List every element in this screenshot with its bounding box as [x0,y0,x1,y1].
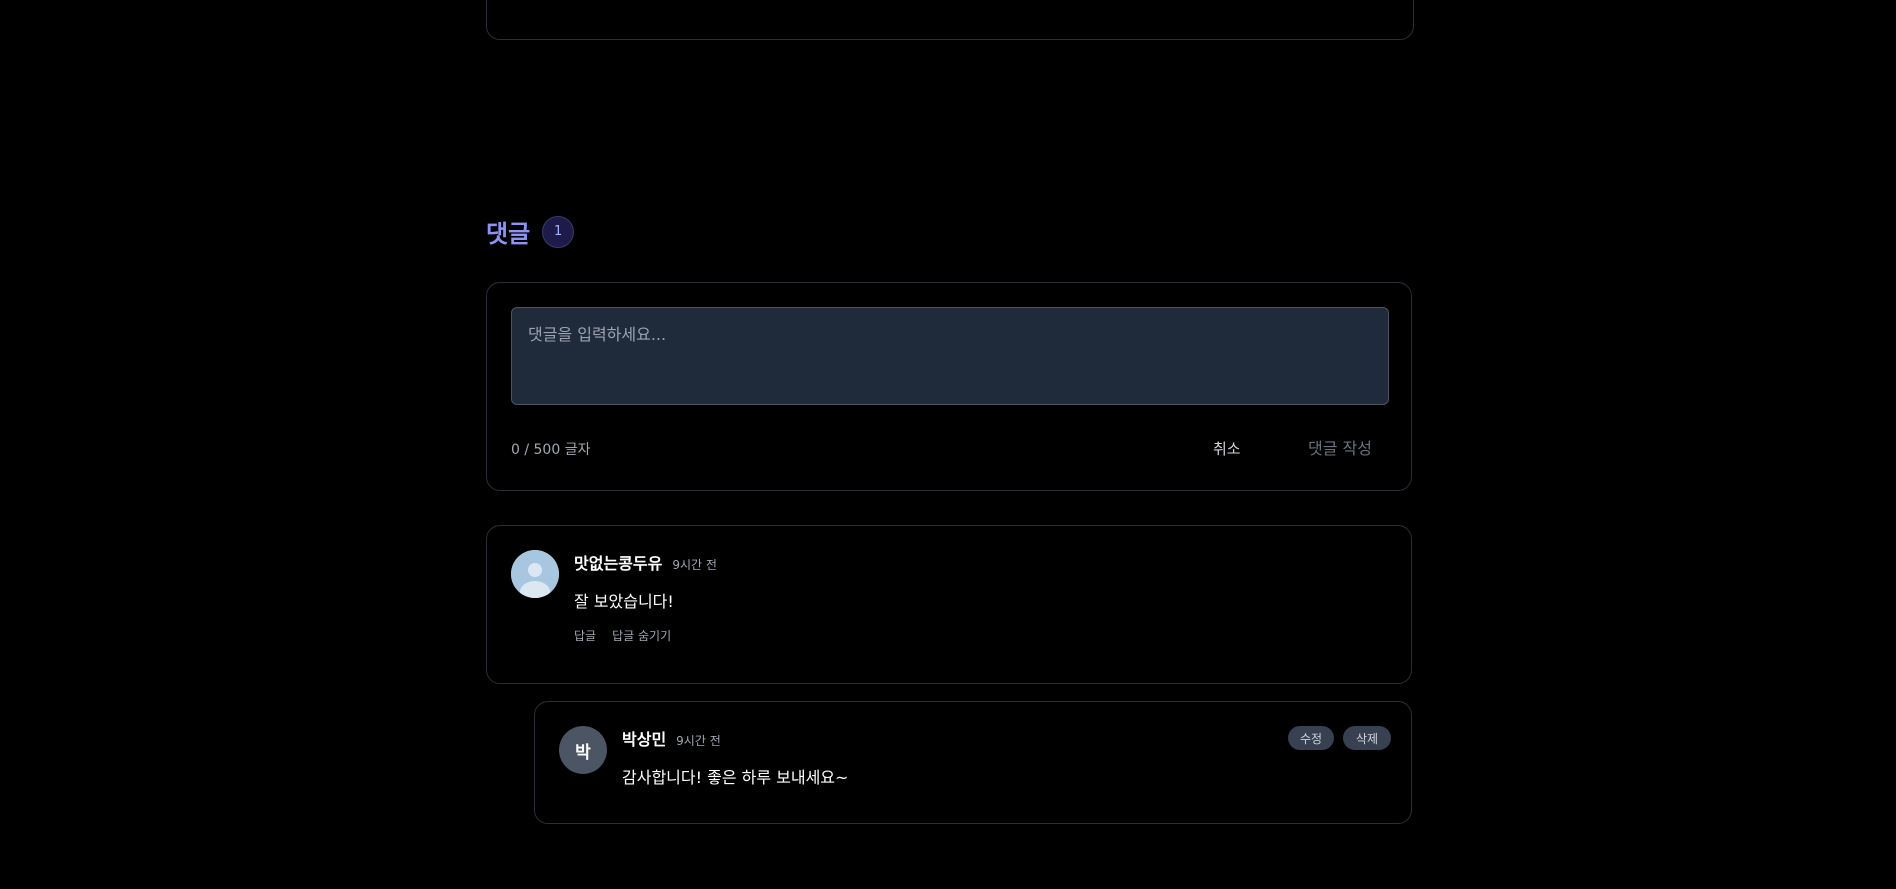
reply-timestamp: 9시간 전 [676,734,721,748]
reply-item: 박 박상민 9시간 전 감사합니다! 좋은 하루 보내세요~ 수정 삭제 [534,701,1412,824]
comment-actions: 답글 답글 숨기기 [574,627,671,644]
hide-replies-link[interactable]: 답글 숨기기 [612,627,671,644]
edit-button[interactable]: 수정 [1288,726,1334,750]
comment-body: 잘 보았습니다! [574,592,674,611]
comments-title: 댓글 [486,220,531,248]
reply-link[interactable]: 답글 [574,627,596,644]
comment-input[interactable] [511,307,1389,405]
comments-count-badge: 1 [542,215,575,248]
previous-post-card [486,0,1414,40]
comment-item: 맛없는콩두유 9시간 전 잘 보았습니다! 답글 답글 숨기기 [486,525,1412,684]
comment-timestamp: 9시간 전 [672,558,717,572]
previous-post-text-cutoff [519,0,919,5]
comment-author: 맛없는콩두유 [574,554,663,573]
reply-author: 박상민 [622,730,667,749]
reply-body: 감사합니다! 좋은 하루 보내세요~ [622,768,849,787]
delete-button[interactable]: 삭제 [1343,726,1391,750]
comments-header: 댓글 1 [486,214,575,249]
reply-meta: 박상민 9시간 전 [622,726,721,750]
submit-comment-button[interactable]: 댓글 작성 [1289,429,1391,465]
comment-compose-card: 0 / 500 글자 취소 댓글 작성 [486,282,1412,491]
cancel-button[interactable]: 취소 [1201,431,1253,465]
char-counter: 0 / 500 글자 [511,442,591,458]
user-silhouette-icon [511,550,559,598]
avatar: 박 [559,726,607,774]
avatar-silhouette-svg [511,550,559,598]
page: 댓글 1 0 / 500 글자 취소 댓글 작성 맛없는콩두유 9시간 전 잘 … [0,0,1896,889]
comment-meta: 맛없는콩두유 9시간 전 [574,550,717,574]
